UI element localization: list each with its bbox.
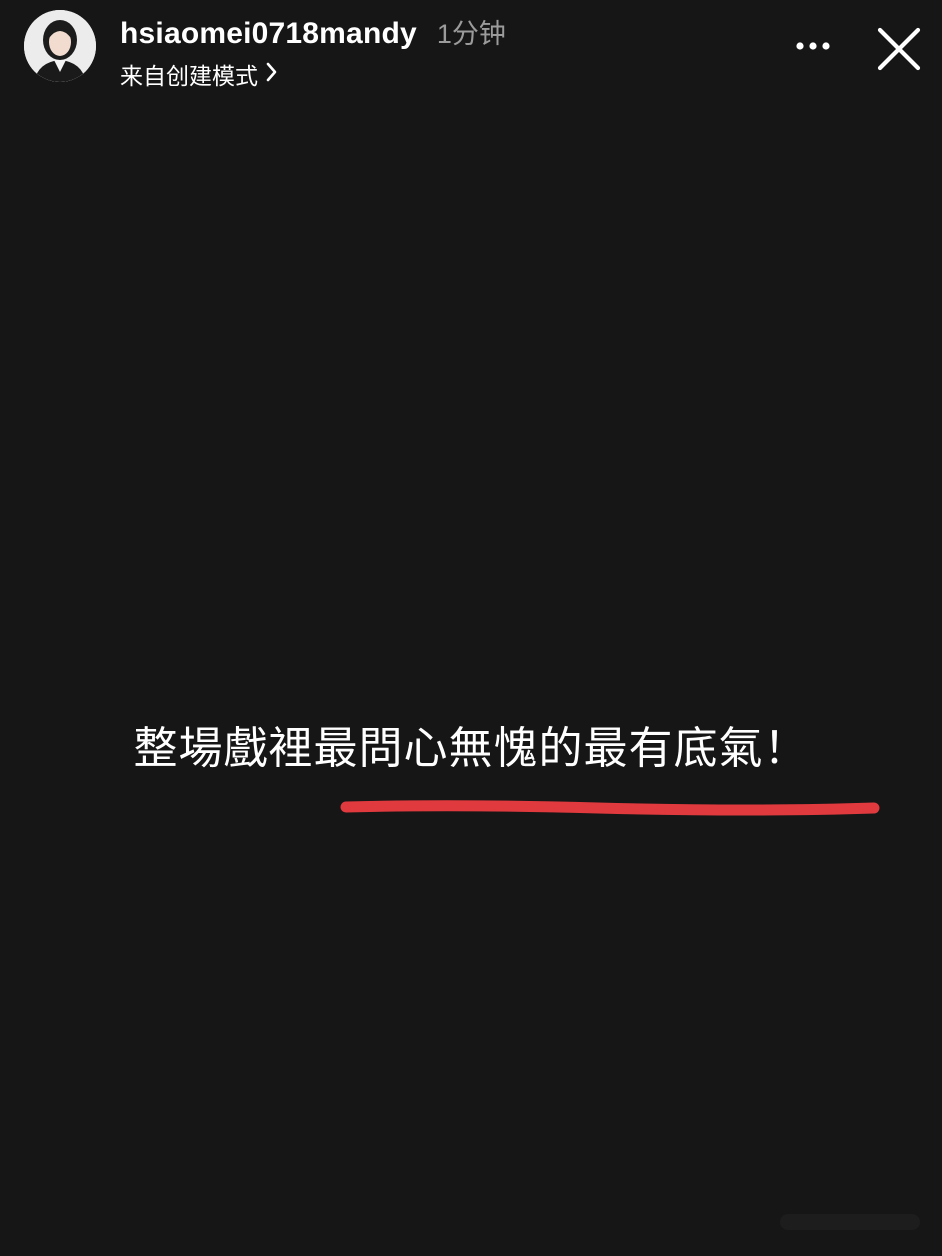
avatar[interactable] — [24, 10, 96, 82]
story-caption: 整場戲裡最問心無愧的最有底氣！ — [133, 723, 809, 774]
watermark — [780, 1208, 920, 1236]
more-options-button[interactable] — [792, 30, 836, 60]
more-horizontal-icon — [796, 42, 830, 50]
source-label: 来自创建模式 — [120, 64, 258, 90]
underline-stroke — [338, 796, 886, 826]
username[interactable]: hsiaomei0718mandy — [120, 17, 417, 51]
user-info: hsiaomei0718mandy 1分钟 来自创建模式 — [120, 12, 506, 91]
story-viewer: hsiaomei0718mandy 1分钟 来自创建模式 整場戲裡最問心無愧的最… — [0, 0, 942, 1256]
source-link[interactable]: 来自创建模式 — [120, 57, 506, 91]
close-icon — [877, 27, 921, 71]
close-button[interactable] — [872, 22, 926, 76]
story-header: hsiaomei0718mandy 1分钟 来自创建模式 — [0, 0, 942, 100]
avatar-image — [24, 10, 96, 82]
chevron-right-icon — [266, 62, 278, 86]
user-row: hsiaomei0718mandy 1分钟 — [120, 12, 506, 51]
post-time: 1分钟 — [436, 19, 506, 49]
